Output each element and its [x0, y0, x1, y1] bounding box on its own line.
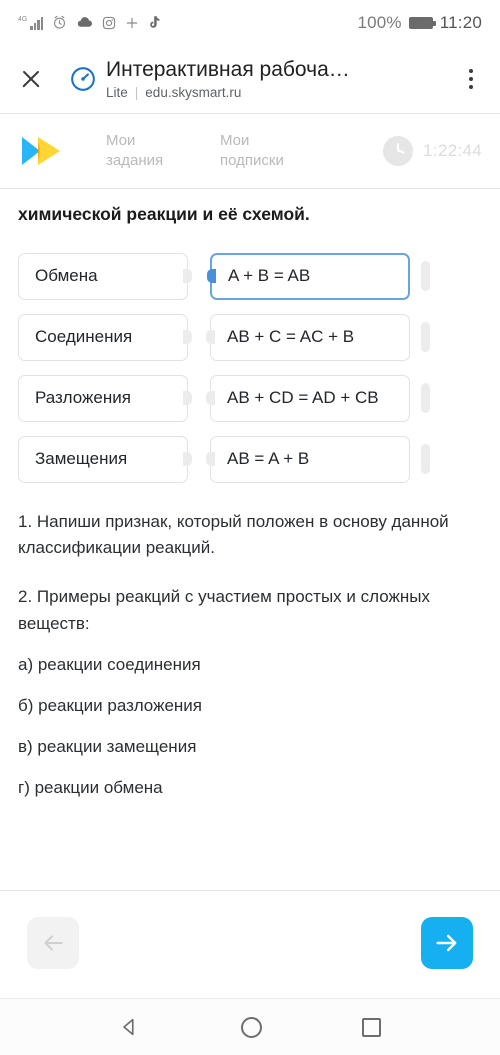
task-footer [0, 891, 500, 995]
browser-header: Интерактивная рабоча… Lite | edu.skysmar… [0, 45, 500, 113]
site-domain-label: edu.skysmart.ru [145, 85, 242, 101]
connector-nub-icon [183, 391, 192, 406]
app-nav-bar: Мои задания Мои подписки 1:22:44 [0, 114, 500, 188]
clock-label: 11:20 [439, 12, 482, 32]
battery-percent-label: 100% [357, 12, 402, 32]
pair-left-card[interactable]: Соединения [18, 313, 192, 361]
pair-row: Замещения AB = A + B [18, 432, 482, 487]
pair-right-label: A + B = AB [228, 266, 311, 286]
instagram-icon [103, 16, 116, 29]
pair-right-card[interactable]: A + B = AB [207, 252, 410, 300]
network-type-label: 4G [18, 15, 28, 23]
arrow-right-icon [436, 934, 457, 952]
page-subtitle: Lite | edu.skysmart.ru [106, 85, 350, 100]
option-g: г) реакции обмена [18, 777, 163, 797]
clock-icon [383, 136, 414, 166]
pair-left-label: Разложения [35, 388, 131, 408]
subtitle-separator: | [134, 85, 139, 101]
next-task-button[interactable] [421, 917, 473, 969]
back-icon[interactable] [119, 1016, 141, 1038]
pair-row: Разложения AB + CD = AD + CB [18, 371, 482, 426]
cloud-icon [78, 17, 93, 27]
session-timer: 1:22:44 [383, 136, 482, 166]
pair-left-card[interactable]: Замещения [18, 435, 192, 483]
pair-right-label: AB = A + B [227, 449, 310, 469]
status-bar-left-icons: 4G [18, 15, 357, 30]
status-bar-right: 100% 11:20 [357, 13, 482, 33]
timer-label: 1:22:44 [423, 141, 482, 160]
alarm-icon [54, 15, 66, 29]
pair-right-card[interactable]: AB = A + B [206, 435, 410, 483]
connector-nub-icon [206, 452, 215, 467]
pair-right-card[interactable]: AB + C = AC + B [206, 313, 410, 361]
site-info[interactable]: Интерактивная рабоча… Lite | edu.skysmar… [70, 58, 460, 100]
plus-icon [127, 17, 138, 28]
drag-handle[interactable] [421, 261, 430, 292]
phone-screen: 4G 100% 11:20 Интерактивная рабоча… Lite… [0, 0, 500, 1055]
nav-link-my-tasks[interactable]: Мои задания [106, 131, 190, 172]
connector-nub-icon [183, 269, 192, 284]
question-2-text: 2. Примеры реакций с участием простых и … [18, 587, 430, 634]
task-content: химической реакции и её схемой. Обмена A… [0, 189, 500, 802]
connector-nub-icon [183, 452, 192, 467]
status-bar: 4G 100% 11:20 [0, 0, 500, 45]
home-icon[interactable] [241, 1016, 262, 1038]
pair-left-label: Замещения [35, 449, 128, 469]
skysmart-logo-icon[interactable] [18, 134, 64, 168]
battery-icon [408, 16, 436, 29]
pair-right-label: AB + CD = AD + CB [227, 388, 379, 408]
arrow-left-icon [44, 935, 63, 951]
page-title: Интерактивная рабоча… [106, 57, 350, 81]
matching-pairs: Обмена A + B = AB Соединения AB + C = AC… [18, 249, 482, 487]
browser-mode-label: Lite [106, 85, 128, 101]
nav-link-my-subscriptions[interactable]: Мои подписки [220, 131, 304, 172]
option-b: б) реакции разложения [18, 695, 202, 715]
close-icon[interactable] [18, 66, 44, 92]
connector-nub-icon [206, 330, 215, 345]
pair-left-label: Обмена [35, 266, 98, 286]
pair-left-card[interactable]: Разложения [18, 374, 192, 422]
drag-handle[interactable] [421, 383, 430, 414]
connector-nub-icon [206, 391, 215, 406]
pair-row: Соединения AB + C = AC + B [18, 310, 482, 365]
system-navigation-bar [0, 999, 500, 1055]
tiktok-icon [150, 16, 160, 28]
app-nav-links: Мои задания Мои подписки [106, 131, 383, 172]
pair-row: Обмена A + B = AB [18, 249, 482, 304]
signal-icon [30, 16, 44, 30]
connector-nub-icon [207, 269, 216, 284]
previous-task-button[interactable] [27, 917, 79, 969]
pair-right-label: AB + C = AC + B [227, 327, 355, 347]
connector-nub-icon [183, 330, 192, 345]
overflow-menu-icon[interactable] [460, 66, 482, 92]
task-heading: химической реакции и её схемой. [18, 204, 310, 224]
pair-left-card[interactable]: Обмена [18, 252, 192, 300]
recents-icon[interactable] [362, 1017, 381, 1037]
drag-handle[interactable] [421, 444, 430, 475]
option-a: а) реакции соединения [18, 655, 201, 675]
option-v: в) реакции замещения [18, 736, 197, 756]
drag-handle[interactable] [421, 322, 430, 353]
pair-left-label: Соединения [35, 327, 133, 347]
pair-right-card[interactable]: AB + CD = AD + CB [206, 374, 410, 422]
skysmart-favicon-icon [71, 67, 95, 91]
question-1-text: 1. Напиши признак, который положен в осн… [18, 511, 449, 558]
